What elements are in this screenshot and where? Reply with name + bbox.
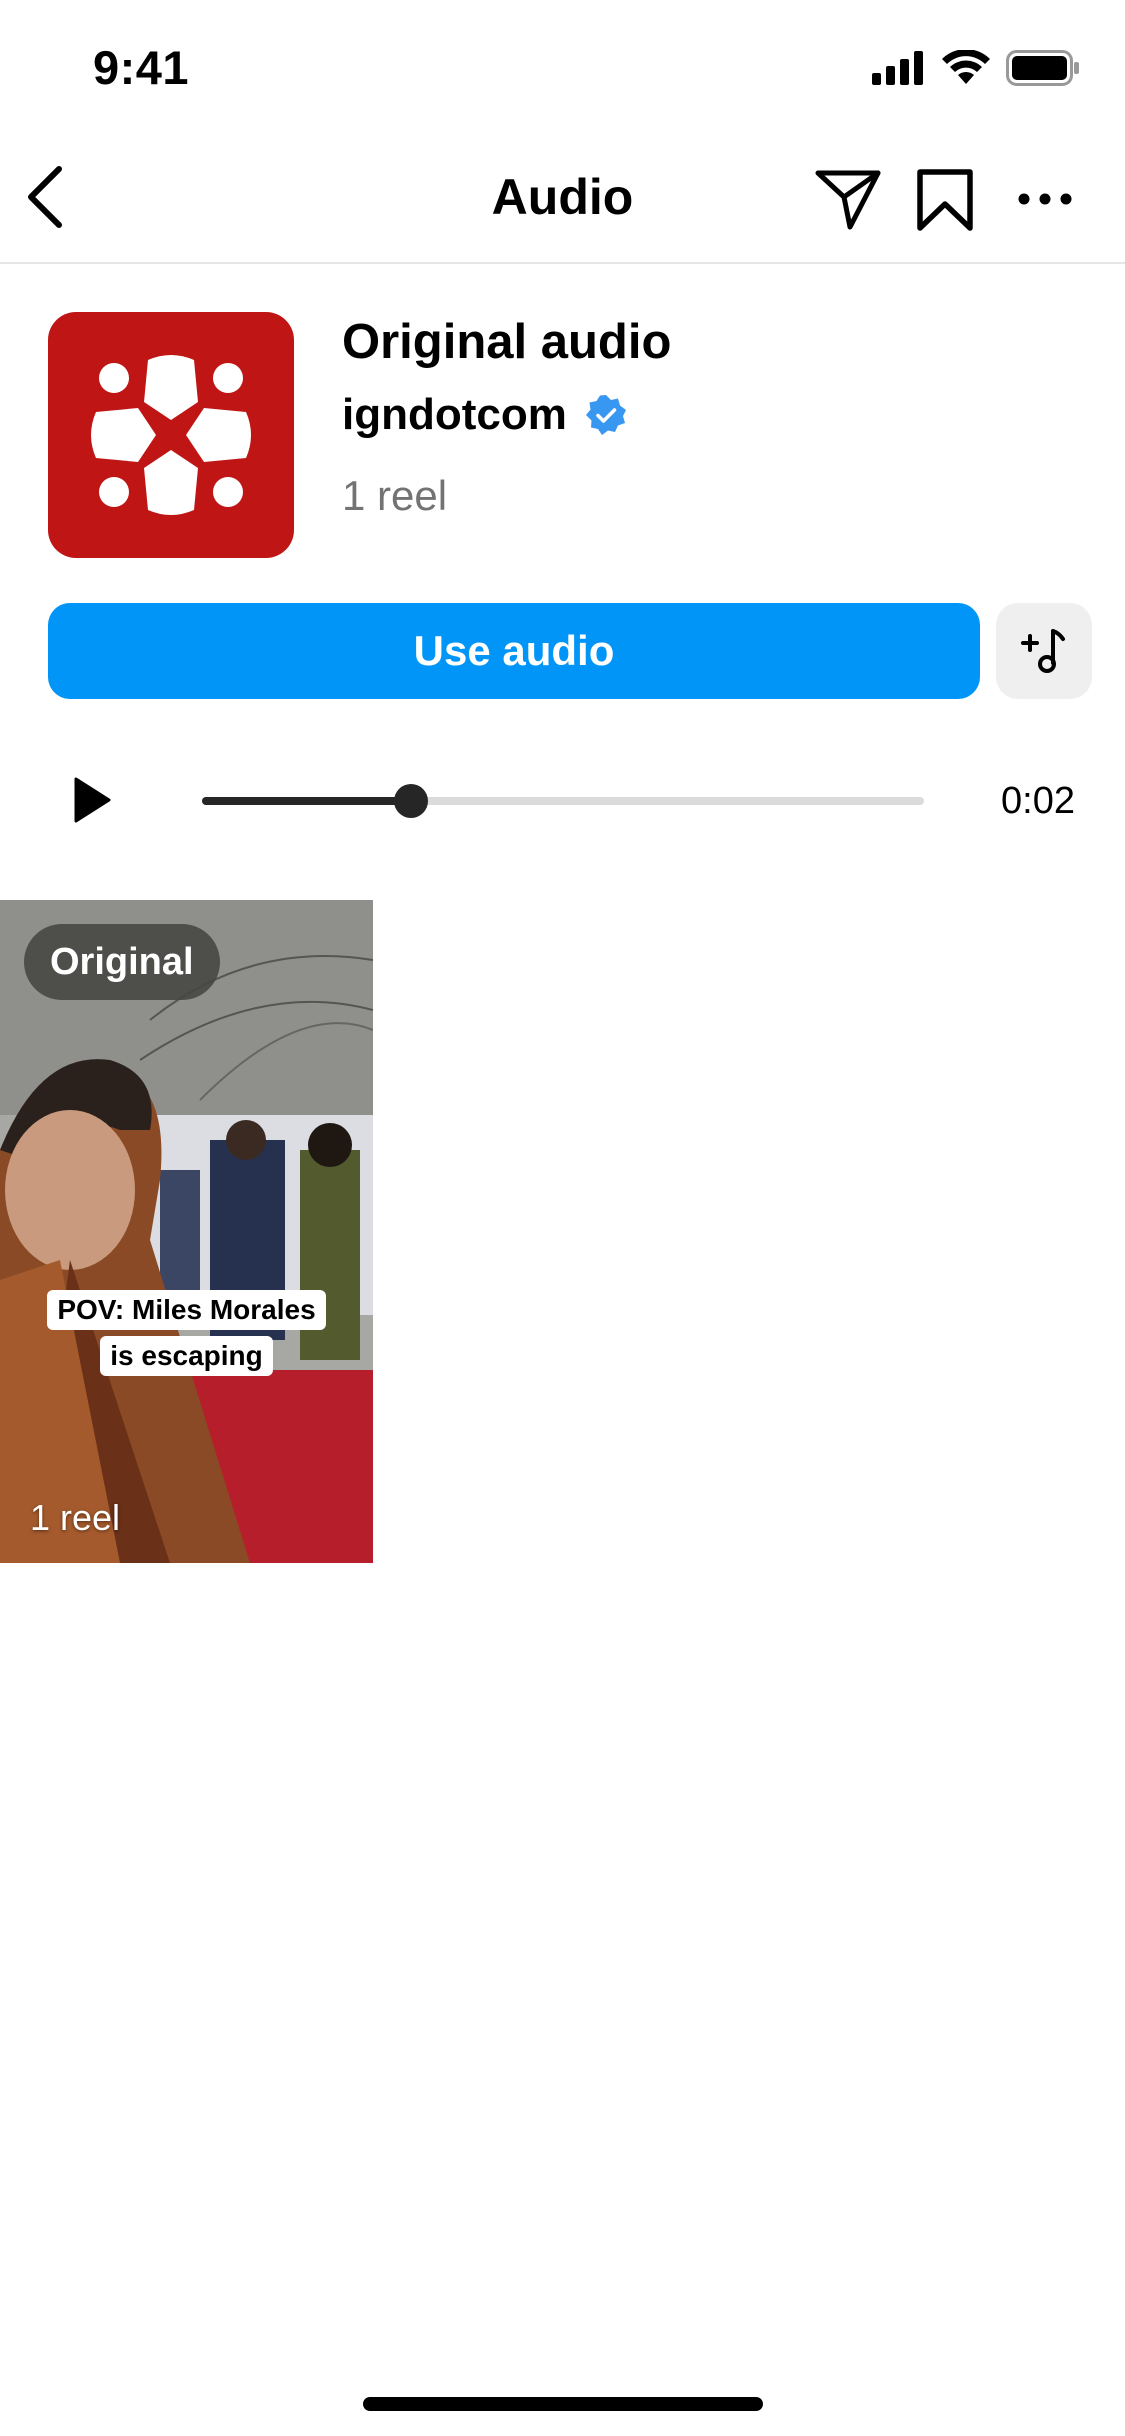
status-icons bbox=[872, 48, 1080, 88]
reel-caption-line: is escaping bbox=[100, 1336, 273, 1376]
audio-title: Original audio bbox=[342, 315, 672, 369]
play-icon bbox=[74, 777, 111, 823]
progress-fill bbox=[202, 797, 412, 805]
wifi-icon bbox=[942, 50, 990, 84]
paper-plane-icon bbox=[815, 170, 881, 230]
verified-badge-icon bbox=[585, 395, 626, 435]
reel-caption: POV: Miles Morales is escaping bbox=[0, 1290, 373, 1376]
nav-divider bbox=[0, 262, 1125, 264]
cellular-signal-icon bbox=[872, 51, 923, 85]
use-audio-button[interactable]: Use audio bbox=[48, 603, 980, 699]
save-button[interactable] bbox=[910, 164, 980, 236]
playback-progress-bar[interactable] bbox=[202, 784, 924, 818]
add-to-library-button[interactable] bbox=[996, 603, 1092, 699]
reel-count: 1 reel bbox=[342, 472, 448, 519]
ign-logo-icon bbox=[91, 355, 251, 515]
battery-icon bbox=[1006, 50, 1079, 86]
audio-cover-art bbox=[48, 312, 294, 558]
scrubber-handle[interactable] bbox=[394, 784, 429, 818]
share-button[interactable] bbox=[812, 164, 884, 236]
artist-row[interactable]: igndotcom bbox=[342, 390, 627, 440]
status-time: 9:41 bbox=[93, 41, 190, 94]
play-button[interactable] bbox=[68, 772, 116, 828]
add-music-icon bbox=[1021, 629, 1065, 673]
bookmark-icon bbox=[917, 169, 973, 231]
reel-caption-line: POV: Miles Morales bbox=[47, 1290, 326, 1330]
original-badge: Original bbox=[24, 924, 220, 1000]
ellipsis-icon bbox=[1018, 193, 1072, 205]
artist-name[interactable]: igndotcom bbox=[342, 390, 567, 440]
home-indicator bbox=[363, 2397, 763, 2411]
playback-time: 0:02 bbox=[1001, 780, 1075, 822]
reel-thumbnail[interactable]: Original POV: Miles Morales is escaping … bbox=[0, 900, 373, 1563]
tile-reel-count: 1 reel bbox=[30, 1497, 121, 1538]
more-options-button[interactable] bbox=[1010, 176, 1080, 222]
